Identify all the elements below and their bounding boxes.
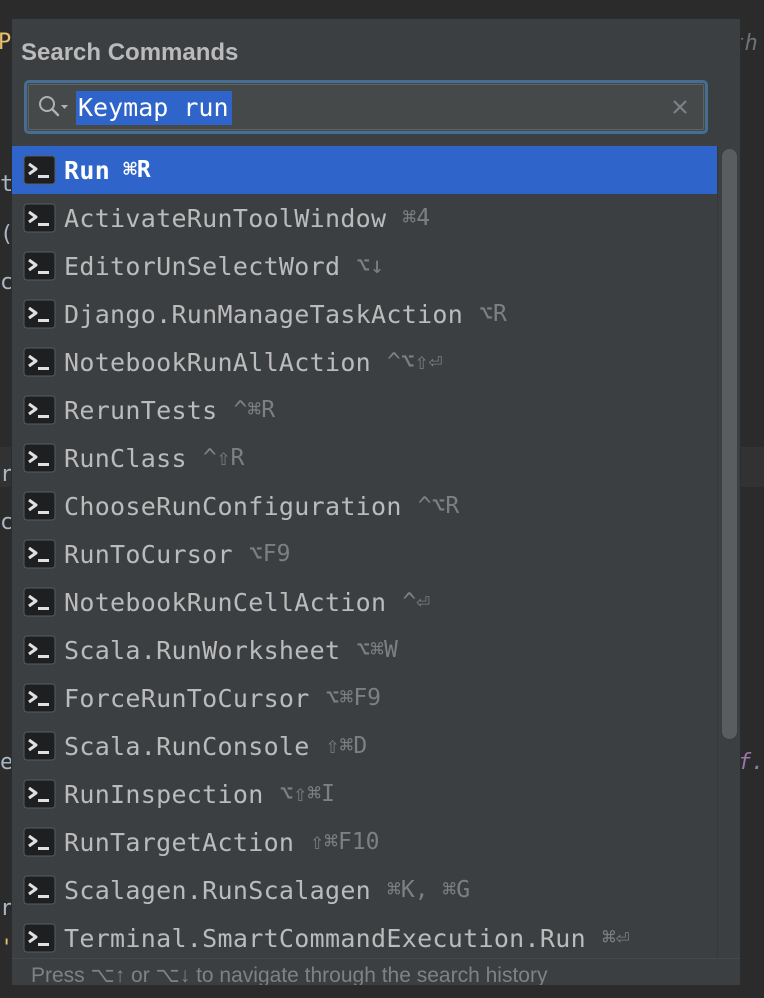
list-item[interactable]: RunInspection ⌥⇧⌘I bbox=[12, 770, 717, 818]
terminal-prompt-icon bbox=[23, 345, 57, 379]
command-name: RunInspection bbox=[64, 779, 264, 809]
terminal-prompt-icon bbox=[23, 729, 57, 763]
command-shortcut: ^⌥R bbox=[417, 493, 460, 519]
list-item[interactable]: RunClass ^⇧R bbox=[12, 434, 717, 482]
command-name: Run bbox=[64, 155, 111, 185]
command-shortcut: ⇧⌘F10 bbox=[310, 829, 380, 855]
list-item[interactable]: NotebookRunCellAction ^⏎ bbox=[12, 578, 717, 626]
close-icon[interactable] bbox=[669, 96, 691, 118]
list-item[interactable]: ActivateRunToolWindow ⌘4 bbox=[12, 194, 717, 242]
command-name: Scala.RunConsole bbox=[64, 731, 310, 761]
list-item[interactable]: ChooseRunConfiguration ^⌥R bbox=[12, 482, 717, 530]
search-history-hint: Press ⌥↑ or ⌥↓ to navigate through the s… bbox=[31, 964, 548, 986]
search-input[interactable]: Keymap run bbox=[24, 80, 708, 134]
list-item[interactable]: RerunTests ^⌘R bbox=[12, 386, 717, 434]
command-shortcut: ⌥F9 bbox=[248, 541, 291, 567]
list-item[interactable]: Scala.RunWorksheet ⌥⌘W bbox=[12, 626, 717, 674]
search-input-value[interactable]: Keymap run bbox=[76, 91, 232, 125]
command-shortcut: ^⇧R bbox=[202, 445, 245, 471]
command-name: RunTargetAction bbox=[64, 827, 295, 857]
command-name: ActivateRunToolWindow bbox=[64, 203, 387, 233]
command-shortcut: ⇧⌘D bbox=[325, 733, 368, 759]
command-name: RerunTests bbox=[64, 395, 218, 425]
command-shortcut: ⌘R bbox=[123, 157, 151, 183]
terminal-prompt-icon bbox=[23, 153, 57, 187]
search-history-hint-bar: Press ⌥↑ or ⌥↓ to navigate through the s… bbox=[12, 958, 740, 986]
command-name: Terminal.SmartCommandExecution.Run bbox=[64, 923, 586, 953]
terminal-prompt-icon bbox=[23, 873, 57, 907]
terminal-prompt-icon bbox=[23, 633, 57, 667]
list-item[interactable]: EditorUnSelectWord ⌥↓ bbox=[12, 242, 717, 290]
list-item[interactable]: NotebookRunAllAction ^⌥⇧⏎ bbox=[12, 338, 717, 386]
terminal-prompt-icon bbox=[23, 681, 57, 715]
list-item[interactable]: RunTargetAction ⇧⌘F10 bbox=[12, 818, 717, 866]
command-shortcut: ⌘K, ⌘G bbox=[387, 877, 471, 903]
list-item[interactable]: RunToCursor ⌥F9 bbox=[12, 530, 717, 578]
command-name: ChooseRunConfiguration bbox=[64, 491, 402, 521]
command-name: Django.RunManageTaskAction bbox=[64, 299, 464, 329]
command-shortcut: ^⌘R bbox=[233, 397, 276, 423]
terminal-prompt-icon bbox=[23, 825, 57, 859]
terminal-prompt-icon bbox=[23, 297, 57, 331]
command-name: Scalagen.RunScalagen bbox=[64, 875, 372, 905]
command-shortcut: ⌥⌘W bbox=[356, 637, 398, 663]
terminal-prompt-icon bbox=[23, 441, 57, 475]
command-shortcut: ⌘⏎ bbox=[601, 925, 630, 951]
command-name: Scala.RunWorksheet bbox=[64, 635, 341, 665]
list-item[interactable]: Scala.RunConsole ⇧⌘D bbox=[12, 722, 717, 770]
terminal-prompt-icon bbox=[23, 201, 57, 235]
editor-fragment: f. bbox=[738, 750, 764, 775]
terminal-prompt-icon bbox=[23, 921, 57, 955]
terminal-prompt-icon bbox=[23, 249, 57, 283]
popup-title: Search Commands bbox=[21, 39, 239, 66]
command-name: NotebookRunCellAction bbox=[64, 587, 387, 617]
scrollbar-thumb[interactable] bbox=[722, 149, 737, 739]
command-shortcut: ⌘4 bbox=[402, 205, 431, 231]
list-item[interactable]: Terminal.SmartCommandExecution.Run ⌘⏎ bbox=[12, 914, 717, 958]
command-results-list: Run ⌘R ActivateRunToolWindow ⌘4 EditorUn… bbox=[12, 146, 717, 958]
command-shortcut: ^⌥⇧⏎ bbox=[387, 349, 443, 375]
command-name: ForceRunToCursor bbox=[64, 683, 310, 713]
terminal-prompt-icon bbox=[23, 585, 57, 619]
scrollbar-track[interactable] bbox=[717, 146, 740, 958]
list-item[interactable]: ForceRunToCursor ⌥⌘F9 bbox=[12, 674, 717, 722]
command-name: RunToCursor bbox=[64, 539, 233, 569]
search-commands-popup: Search Commands Keymap run Run ⌘R Activa… bbox=[11, 18, 741, 986]
command-shortcut: ⌥↓ bbox=[356, 253, 385, 279]
command-name: EditorUnSelectWord bbox=[64, 251, 341, 281]
list-item-selected[interactable]: Run ⌘R bbox=[12, 146, 717, 194]
search-icon[interactable] bbox=[37, 94, 71, 120]
command-shortcut: ⌥⌘F9 bbox=[325, 685, 382, 711]
terminal-prompt-icon bbox=[23, 777, 57, 811]
list-item[interactable]: Django.RunManageTaskAction ⌥R bbox=[12, 290, 717, 338]
command-name: NotebookRunAllAction bbox=[64, 347, 372, 377]
command-shortcut: ⌥⇧⌘I bbox=[279, 781, 335, 807]
terminal-prompt-icon bbox=[23, 489, 57, 523]
command-shortcut: ^⏎ bbox=[402, 589, 431, 615]
command-shortcut: ⌥R bbox=[479, 301, 507, 327]
terminal-prompt-icon bbox=[23, 393, 57, 427]
terminal-prompt-icon bbox=[23, 537, 57, 571]
list-item[interactable]: Scalagen.RunScalagen ⌘K, ⌘G bbox=[12, 866, 717, 914]
command-name: RunClass bbox=[64, 443, 187, 473]
